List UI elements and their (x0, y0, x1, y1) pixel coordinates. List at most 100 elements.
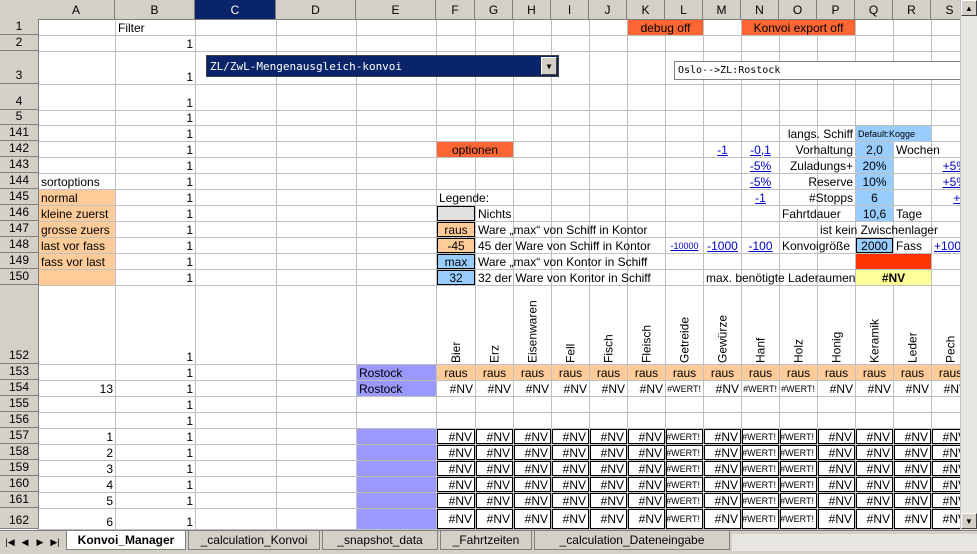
row-header[interactable]: 159 (0, 460, 39, 476)
konvoi-minus-1000-link[interactable]: -1000 (704, 238, 741, 253)
sort-option[interactable]: normal (39, 190, 115, 205)
city-cell[interactable] (357, 509, 436, 529)
column-header-i[interactable]: I (551, 0, 589, 20)
tab-konvoi-manager[interactable]: Konvoi_Manager (66, 531, 186, 550)
goods-action-cell[interactable]: raus (742, 365, 779, 380)
last-sheet-icon[interactable]: ▶| (48, 535, 62, 550)
column-header-d[interactable]: D (276, 0, 356, 20)
row-header[interactable]: 3 (0, 51, 39, 84)
goods-action-cell[interactable]: raus (894, 365, 931, 380)
row-header[interactable]: 156 (0, 412, 39, 428)
stopps-minus-link[interactable]: -1 (742, 190, 779, 205)
vorhaltung-minus-link[interactable]: -0,1 (742, 142, 779, 157)
goods-action-cell[interactable]: raus (514, 365, 551, 380)
row-header[interactable]: 146 (0, 205, 39, 221)
column-header-o[interactable]: O (779, 0, 817, 20)
row-header[interactable]: 143 (0, 157, 39, 173)
sort-option[interactable]: fass vor last (39, 254, 115, 269)
goods-action-cell[interactable]: raus (476, 365, 513, 380)
row-header[interactable]: 149 (0, 253, 39, 269)
city-cell[interactable] (357, 445, 436, 460)
city-cell[interactable]: Rostock (357, 365, 436, 380)
tab-fahrtzeiten[interactable]: _Fahrtzeiten (440, 531, 532, 550)
optionen-button[interactable]: optionen (437, 142, 513, 157)
scroll-down-icon[interactable]: ▼ (961, 513, 977, 529)
sort-option[interactable]: kleine zuerst (39, 206, 115, 221)
row-header[interactable]: 153 (0, 364, 39, 380)
tab-snapshot-data[interactable]: _snapshot_data (322, 531, 438, 550)
row-header[interactable]: 141 (0, 125, 39, 141)
column-header-f[interactable]: F (436, 0, 475, 20)
row-header[interactable]: 161 (0, 492, 39, 508)
column-header-j[interactable]: J (589, 0, 627, 20)
city-cell[interactable] (357, 477, 436, 492)
konvoi-minus-100-link[interactable]: -100 (742, 238, 779, 253)
goods-action-cell[interactable]: raus (437, 365, 475, 380)
goods-action-cell[interactable]: raus (780, 365, 817, 380)
tab-calculation-konvoi[interactable]: _calculation_Konvoi (188, 531, 320, 550)
column-header-c[interactable]: C (195, 0, 276, 20)
row-header[interactable]: 1 (0, 19, 39, 35)
column-header-a[interactable]: A (38, 0, 115, 20)
city-cell[interactable] (357, 429, 436, 444)
column-header-g[interactable]: G (475, 0, 513, 20)
goods-action-cell[interactable]: raus (552, 365, 589, 380)
prev-sheet-icon[interactable]: ◀ (18, 535, 32, 550)
vertical-scrollbar[interactable]: ▲ ▼ (960, 0, 977, 530)
sort-option[interactable]: last vor fass (39, 238, 115, 253)
row-header[interactable]: 147 (0, 221, 39, 237)
horizontal-scrollbar[interactable] (732, 534, 977, 551)
goods-action-cell[interactable]: raus (590, 365, 627, 380)
column-header-b[interactable]: B (115, 0, 195, 20)
goods-action-cell[interactable]: raus (932, 365, 960, 380)
reserve-minus-link[interactable]: -5% (742, 174, 779, 189)
reserve-value[interactable]: 10% (856, 174, 893, 189)
row-header[interactable]: 144 (0, 173, 39, 189)
chevron-down-icon[interactable]: ▼ (541, 57, 557, 75)
goods-action-cell[interactable]: raus (856, 365, 893, 380)
column-header-q[interactable]: Q (855, 0, 893, 20)
row-header[interactable]: 162 (0, 508, 39, 529)
row-header[interactable]: 155 (0, 396, 39, 412)
macro-select-combo[interactable]: ZL/ZwL-Mengenausgleich-konvoi ▼ (206, 55, 559, 77)
city-cell[interactable] (357, 461, 436, 476)
scroll-up-icon[interactable]: ▲ (961, 0, 977, 16)
column-header-n[interactable]: N (741, 0, 779, 20)
zuladungs-plus-link[interactable]: +5% (932, 158, 960, 173)
stopps-minus-link[interactable]: -1 (704, 142, 741, 157)
goods-action-cell[interactable]: raus (666, 365, 703, 380)
route-textbox[interactable]: Oslo-->ZL:Rostock (674, 61, 964, 80)
city-cell[interactable]: Rostock (357, 381, 436, 396)
row-header[interactable]: 2 (0, 35, 39, 51)
tab-calculation-dateneingabe[interactable]: _calculation_Dateneingabe (534, 531, 730, 550)
column-header-s[interactable]: S (931, 0, 960, 20)
city-cell[interactable] (357, 493, 436, 508)
column-header-e[interactable]: E (356, 0, 436, 20)
row-header[interactable]: 145 (0, 189, 39, 205)
row-header[interactable]: 148 (0, 237, 39, 253)
row-header[interactable]: 157 (0, 428, 39, 444)
column-header-m[interactable]: M (703, 0, 741, 20)
row-header[interactable]: 160 (0, 476, 39, 492)
row-header[interactable]: 154 (0, 380, 39, 396)
column-header-r[interactable]: R (893, 0, 931, 20)
column-header-p[interactable]: P (817, 0, 855, 20)
stopps-value[interactable]: 6 (856, 190, 893, 205)
row-header[interactable]: 158 (0, 444, 39, 460)
column-header-h[interactable]: H (513, 0, 551, 20)
goods-action-cell[interactable]: raus (704, 365, 741, 380)
konvoi-export-toggle-button[interactable]: Konvoi export off (742, 20, 855, 35)
row-header[interactable]: 4 (0, 84, 39, 110)
row-header[interactable]: 5 (0, 109, 39, 125)
reserve-plus-link[interactable]: +5% (932, 174, 960, 189)
sort-option[interactable]: grosse zuers (39, 222, 115, 237)
konvoi-value[interactable]: 2000 (856, 238, 893, 253)
ship-type-default[interactable]: Default:Kogge (856, 126, 931, 141)
goods-action-cell[interactable]: raus (818, 365, 855, 380)
row-header[interactable]: 152 (0, 285, 39, 364)
zuladungs-value[interactable]: 20% (856, 158, 893, 173)
first-sheet-icon[interactable]: |◀ (3, 535, 17, 550)
sort-option[interactable] (39, 270, 115, 285)
row-header[interactable]: 142 (0, 141, 39, 157)
debug-toggle-button[interactable]: debug off (628, 20, 703, 35)
